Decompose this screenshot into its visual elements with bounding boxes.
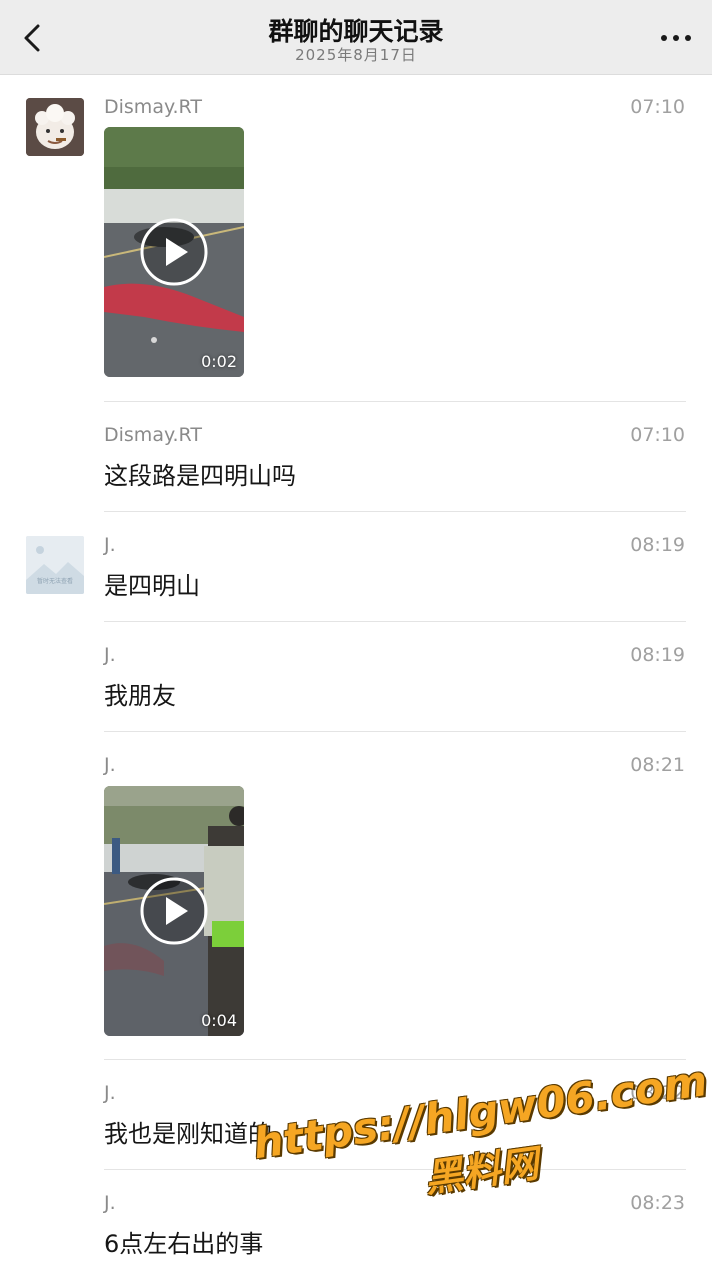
avatar[interactable]: 暂时无法查看 xyxy=(26,536,84,594)
message-time: 08:19 xyxy=(630,534,685,556)
message-text: 6点左右出的事 xyxy=(104,1230,264,1258)
sender-name: J. xyxy=(104,1082,116,1104)
sender-name: J. xyxy=(104,644,116,666)
message-time: 08:19 xyxy=(630,644,685,666)
message-time: 07:10 xyxy=(630,96,685,118)
message-item: J. 08:19 我朋友 xyxy=(0,622,712,732)
video-thumbnail xyxy=(104,127,244,377)
chat-date: 2025年8月17日 xyxy=(295,46,417,64)
sender-name: J. xyxy=(104,534,116,556)
message-item: 暂时无法查看 J. 08:19 是四明山 xyxy=(0,512,712,622)
message-item: J. 08:21 0:04 xyxy=(0,732,712,1060)
message-time: 08:21 xyxy=(630,754,685,776)
message-item: Dismay.RT 07:10 这段路是四明山吗 xyxy=(0,402,712,512)
sender-name: Dismay.RT xyxy=(104,424,202,446)
sender-name: J. xyxy=(104,754,116,776)
nav-bar: 群聊的聊天记录 2025年8月17日 xyxy=(0,0,712,75)
video-duration: 0:02 xyxy=(201,352,237,371)
video-message[interactable]: 0:02 xyxy=(104,127,244,377)
message-time: 08:23 xyxy=(630,1192,685,1214)
avatar-caption: 暂时无法查看 xyxy=(36,578,73,585)
sender-name: J. xyxy=(104,1192,116,1214)
video-message[interactable]: 0:04 xyxy=(104,786,244,1036)
goat-avatar-icon xyxy=(26,98,84,156)
message-text: 我也是刚知道的 xyxy=(104,1120,272,1148)
more-dots-icon xyxy=(661,35,691,41)
sender-name: Dismay.RT xyxy=(104,96,202,118)
image-placeholder-icon xyxy=(26,536,84,594)
message-time: 07:10 xyxy=(630,424,685,446)
message-text: 是四明山 xyxy=(104,572,200,600)
message-text: 这段路是四明山吗 xyxy=(104,462,296,490)
video-thumbnail xyxy=(104,786,244,1036)
message-text: 我朋友 xyxy=(104,682,176,710)
page-title: 群聊的聊天记录 xyxy=(268,17,444,46)
message-item: Dismay.RT 07:10 0:02 xyxy=(0,74,712,402)
video-duration: 0:04 xyxy=(201,1011,237,1030)
more-button[interactable] xyxy=(654,20,698,56)
avatar[interactable] xyxy=(26,98,84,156)
